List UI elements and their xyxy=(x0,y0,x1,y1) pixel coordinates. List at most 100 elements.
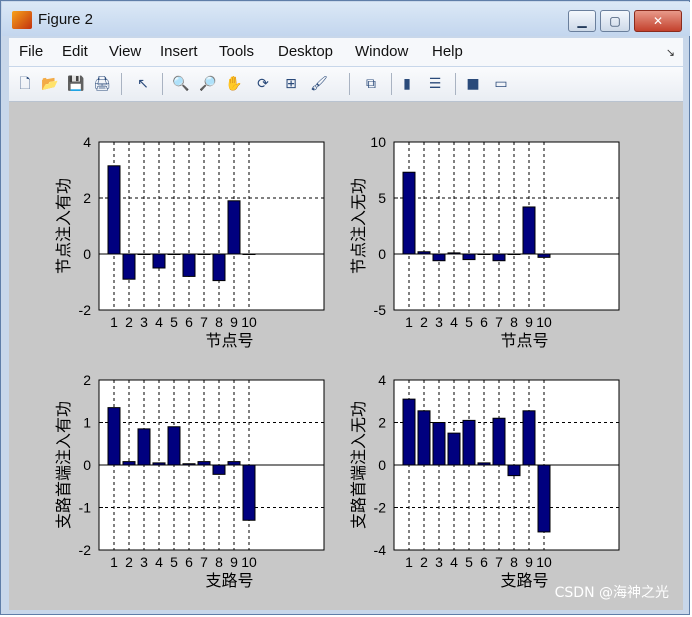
bar xyxy=(107,407,121,466)
bar xyxy=(522,410,536,466)
toolbar-separator xyxy=(391,73,392,95)
minimize-button[interactable]: ▁ xyxy=(568,10,596,32)
open-file-icon[interactable]: 📂 xyxy=(40,74,60,94)
bar xyxy=(122,253,136,280)
y-tick-label: -1 xyxy=(79,500,92,516)
menu-window[interactable]: Window xyxy=(355,43,408,60)
bar xyxy=(492,253,506,262)
menu-file[interactable]: File xyxy=(19,43,43,60)
x-tick-label: 1 xyxy=(405,554,413,570)
bar xyxy=(212,253,226,282)
x-tick-label: 2 xyxy=(125,314,133,330)
y-tick-label: 0 xyxy=(378,246,386,262)
toolbar-separator xyxy=(162,73,163,95)
x-tick-label: 2 xyxy=(420,554,428,570)
x-tick-label: 5 xyxy=(465,314,473,330)
x-tick-label: 8 xyxy=(215,314,223,330)
title-bar[interactable]: Figure 2 ▁ ▢ ✕ xyxy=(2,2,690,36)
x-tick-label: 6 xyxy=(185,554,193,570)
x-tick-label: 3 xyxy=(140,314,148,330)
y-tick-label: -2 xyxy=(79,542,92,558)
menu-bar: File Edit View Insert Tools Desktop Wind… xyxy=(9,38,683,66)
bar xyxy=(447,432,461,466)
y-tick-label: -4 xyxy=(374,542,387,558)
y-tick-label: 4 xyxy=(378,372,386,388)
legend-icon[interactable]: ☰ xyxy=(425,74,445,94)
y-tick-label: -5 xyxy=(374,302,387,318)
x-tick-label: 5 xyxy=(465,554,473,570)
bar xyxy=(462,253,476,261)
new-figure-icon[interactable]: 🗋 xyxy=(15,74,35,94)
save-icon[interactable]: 💾 xyxy=(66,74,86,94)
pan-hand-icon[interactable]: ✋ xyxy=(224,74,244,94)
x-tick-label: 10 xyxy=(241,314,257,330)
rotate-3d-icon[interactable]: ⟳ xyxy=(253,74,273,94)
x-tick-label: 5 xyxy=(170,554,178,570)
x-tick-label: 1 xyxy=(110,554,118,570)
y-axis-label: 节点注入有功 xyxy=(54,178,73,274)
bar xyxy=(492,417,506,466)
x-tick-label: 7 xyxy=(495,554,503,570)
menu-help[interactable]: Help xyxy=(432,43,463,60)
bar xyxy=(432,253,446,262)
link-plot-icon[interactable]: ⧉ xyxy=(361,74,381,94)
bar xyxy=(242,464,256,521)
x-axis-label: 节点号 xyxy=(500,331,548,350)
figure-window: Figure 2 ▁ ▢ ✕ File Edit View Insert Too… xyxy=(0,0,690,615)
show-plot-tools-icon[interactable]: ▭ xyxy=(491,74,511,94)
x-tick-label: 10 xyxy=(536,554,552,570)
bar xyxy=(522,206,536,255)
y-axis-label: 节点注入无功 xyxy=(349,178,368,274)
menu-tools[interactable]: Tools xyxy=(219,43,254,60)
watermark-credit: CSDN @海神之光 xyxy=(554,585,669,601)
close-button[interactable]: ✕ xyxy=(634,10,682,32)
x-tick-label: 4 xyxy=(450,554,458,570)
bar xyxy=(537,464,551,533)
x-tick-label: 3 xyxy=(140,554,148,570)
bar xyxy=(432,422,446,466)
x-tick-label: 8 xyxy=(215,554,223,570)
menu-dock-arrow-icon[interactable]: ↘ xyxy=(666,46,675,59)
window-title: Figure 2 xyxy=(38,11,94,28)
brush-icon[interactable]: 🖌 xyxy=(309,74,329,94)
x-tick-label: 8 xyxy=(510,314,518,330)
menu-insert[interactable]: Insert xyxy=(160,43,198,60)
x-axis-label: 支路号 xyxy=(500,571,548,590)
menu-desktop[interactable]: Desktop xyxy=(278,43,333,60)
x-tick-label: 6 xyxy=(185,314,193,330)
y-tick-label: 4 xyxy=(83,134,91,150)
y-tick-label: -2 xyxy=(79,302,92,318)
x-tick-label: 8 xyxy=(510,554,518,570)
x-tick-label: 5 xyxy=(170,314,178,330)
axes-background xyxy=(394,142,619,310)
x-tick-label: 4 xyxy=(450,314,458,330)
zoom-out-icon[interactable]: 🔎 xyxy=(198,74,218,94)
y-tick-label: 5 xyxy=(378,190,386,206)
pointer-icon[interactable]: ↖ xyxy=(133,74,153,94)
bar xyxy=(152,253,166,269)
toolbar: 🗋 📂 💾 🖨 ↖ 🔍 🔎 ✋ ⟳ ⊞ 🖌 ⧉ ▮ ☰ ■ ▭ xyxy=(9,67,683,102)
x-tick-label: 9 xyxy=(525,554,533,570)
colorbar-icon[interactable]: ▮ xyxy=(397,74,417,94)
y-tick-label: -2 xyxy=(374,500,387,516)
bar xyxy=(537,253,551,258)
zoom-in-icon[interactable]: 🔍 xyxy=(171,74,191,94)
bar xyxy=(402,171,416,255)
x-tick-label: 6 xyxy=(480,314,488,330)
menu-edit[interactable]: Edit xyxy=(62,43,88,60)
y-tick-label: 10 xyxy=(370,134,386,150)
bar xyxy=(167,426,181,466)
x-tick-label: 4 xyxy=(155,314,163,330)
bar xyxy=(137,428,151,466)
x-tick-label: 9 xyxy=(525,314,533,330)
menu-view[interactable]: View xyxy=(109,43,141,60)
bar xyxy=(182,253,196,277)
toolbar-separator xyxy=(121,73,122,95)
x-tick-label: 7 xyxy=(200,314,208,330)
hide-plot-tools-icon[interactable]: ■ xyxy=(463,74,483,94)
print-icon[interactable]: 🖨 xyxy=(92,74,112,94)
bar xyxy=(462,419,476,466)
maximize-button[interactable]: ▢ xyxy=(600,10,630,32)
data-cursor-icon[interactable]: ⊞ xyxy=(281,74,301,94)
y-axis-label: 支路首端注入有功 xyxy=(54,401,73,529)
